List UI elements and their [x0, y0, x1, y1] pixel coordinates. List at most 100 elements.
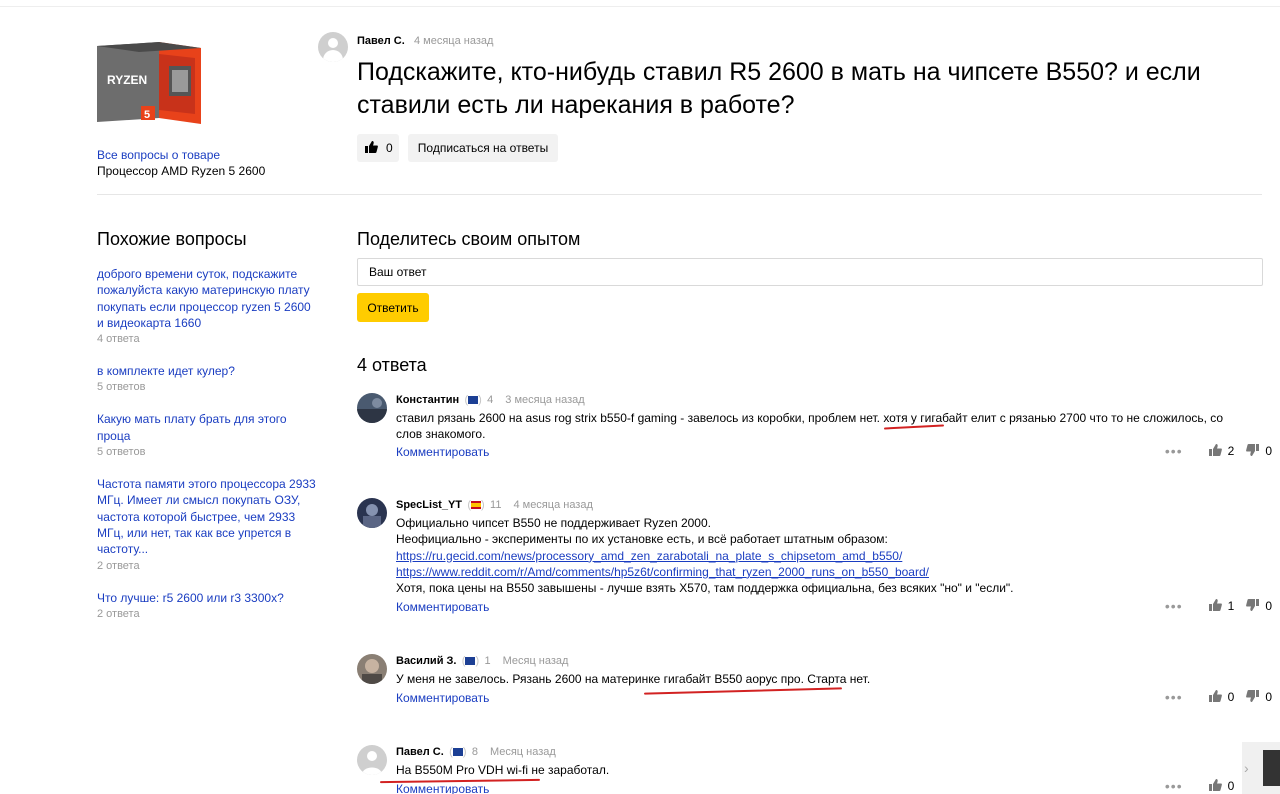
submit-answer-button[interactable]: Ответить [357, 293, 429, 322]
answer-time: 3 месяца назад [505, 394, 585, 406]
answer-author-name[interactable]: Константин [396, 394, 459, 406]
answer-item: Константин () 4 3 месяца назад ставил ря… [357, 393, 1272, 473]
answer-author-level: 11 [490, 499, 502, 511]
answer-time: 4 месяца назад [513, 499, 593, 511]
answer-item: Василий З. () 1 Месяц назад У меня не за… [357, 654, 1272, 714]
thumbs-down-icon [1246, 443, 1260, 459]
level-badge-icon: () [464, 393, 482, 406]
answer-author-avatar[interactable] [357, 393, 387, 423]
more-options-icon[interactable]: ••• [1165, 778, 1183, 794]
answer-item: SpecList_YT () 11 4 месяца назад Официал… [357, 498, 1272, 623]
question-like-count: 0 [386, 141, 393, 155]
side-product-thumbnail[interactable] [1263, 750, 1280, 786]
question-like-button[interactable]: 0 [357, 134, 399, 162]
answer-like-button[interactable]: 1 [1208, 598, 1235, 614]
answer-input[interactable] [357, 258, 1263, 286]
answer-text: На B550M Pro VDH wi-fi не заработал. [396, 763, 610, 777]
answer-like-count: 0 [1227, 779, 1235, 793]
similar-question-answer-count: 5 ответов [97, 381, 146, 394]
similar-question-answer-count: 4 ответа [97, 333, 140, 346]
level-badge-icon: () [467, 498, 485, 511]
answer-time: Месяц назад [489, 746, 556, 758]
answer-item: Павел С. () 8 Месяц назад На B550M Pro V… [357, 745, 1272, 794]
similar-question-link[interactable]: в комплекте идет кулер? [97, 363, 317, 379]
answer-author-name[interactable]: Павел С. [396, 746, 444, 758]
similar-question-answer-count: 2 ответа [97, 559, 140, 572]
similar-question-item: Что лучше: r5 2600 или r3 3300x? 2 ответ… [97, 590, 317, 622]
answer-like-button[interactable]: 0 [1208, 689, 1235, 705]
question-author-avatar[interactable] [318, 32, 348, 62]
similar-question-link[interactable]: Какую мать плату брать для этого проца [97, 411, 317, 444]
thumbs-down-icon [1246, 598, 1260, 614]
box-model-text: 5 [144, 109, 150, 121]
subscribe-answers-button[interactable]: Подписаться на ответы [408, 134, 558, 162]
thumbs-up-icon [1208, 778, 1222, 794]
similar-question-item: Частота памяти этого процессора 2933 МГц… [97, 476, 317, 573]
similar-question-link[interactable]: доброго времени суток, подскажите пожалу… [97, 266, 317, 331]
answer-author-level: 8 [471, 746, 478, 758]
similar-question-answer-count: 2 ответа [97, 607, 140, 620]
answer-author-level: 4 [487, 394, 494, 406]
answers-count-heading: 4 ответа [357, 355, 427, 375]
thumbs-up-icon [365, 140, 378, 156]
thumbs-down-icon [1246, 689, 1260, 705]
more-options-icon[interactable]: ••• [1165, 443, 1183, 459]
similar-question-item: Какую мать плату брать для этого проца 5… [97, 411, 317, 460]
answer-dislike-button[interactable]: 0 [1246, 443, 1272, 459]
thumbs-up-icon [1208, 443, 1222, 459]
answer-text-line: Официально чипсет B550 не поддерживает R… [396, 516, 711, 530]
answer-text: У меня не завелось. Рязань 2600 на матер… [396, 672, 871, 686]
similar-question-item: в комплекте идет кулер? 5 ответов [97, 363, 317, 395]
answer-dislike-count: 0 [1265, 599, 1272, 613]
answer-external-link[interactable]: https://www.reddit.com/r/Amd/comments/hp… [396, 565, 929, 579]
product-image[interactable]: RYZEN 5 [97, 40, 205, 132]
chevron-right-icon[interactable]: › [1244, 760, 1249, 776]
comment-link[interactable]: Комментировать [396, 600, 489, 614]
thumbs-up-icon [1208, 689, 1222, 705]
similar-questions-list: доброго времени суток, подскажите пожалу… [97, 266, 317, 638]
similar-questions-title: Похожие вопросы [97, 229, 247, 249]
top-divider [0, 6, 1280, 7]
thumbs-up-icon [1208, 598, 1222, 614]
similar-question-item: доброго времени суток, подскажите пожалу… [97, 266, 317, 347]
answer-author-name[interactable]: Василий З. [396, 655, 456, 667]
similar-question-answer-count: 5 ответов [97, 446, 146, 459]
answer-author-avatar[interactable] [357, 654, 387, 684]
answer-dislike-button[interactable]: 0 [1246, 689, 1272, 705]
answer-dislike-count: 0 [1265, 444, 1272, 458]
answer-time: Месяц назад [502, 655, 569, 667]
share-experience-title: Поделитесь своим опытом [357, 229, 581, 249]
answer-text: Официально чипсет B550 не поддерживает R… [396, 515, 1226, 596]
section-divider [97, 194, 1262, 195]
question-title: Подскажите, кто-нибудь ставил R5 2600 в … [357, 58, 1201, 119]
level-badge-icon: () [461, 654, 480, 667]
all-product-questions-link[interactable]: Все вопросы о товаре [97, 148, 220, 162]
more-options-icon[interactable]: ••• [1165, 689, 1183, 705]
answer-dislike-count: 0 [1265, 690, 1272, 704]
more-options-icon[interactable]: ••• [1165, 598, 1183, 614]
answer-like-button[interactable]: 0 [1208, 778, 1235, 794]
box-brand-text: RYZEN [107, 73, 147, 87]
answer-author-level: 1 [484, 655, 491, 667]
answer-external-link[interactable]: https://ru.gecid.com/news/processory_amd… [396, 549, 902, 563]
answer-text: ставил рязань 2600 на asus rog strix b55… [396, 411, 1224, 442]
answer-like-count: 2 [1227, 444, 1235, 458]
similar-question-link[interactable]: Что лучше: r5 2600 или r3 3300x? [97, 590, 317, 606]
question-author-name[interactable]: Павел С. [357, 35, 405, 47]
level-badge-icon: () [449, 745, 467, 758]
comment-link[interactable]: Комментировать [396, 782, 489, 794]
answer-like-count: 1 [1227, 599, 1235, 613]
answer-text-line: Хотя, пока цены на B550 завышены - лучше… [396, 581, 1014, 596]
product-name: Процессор AMD Ryzen 5 2600 [97, 164, 266, 178]
answer-dislike-button[interactable]: 0 [1246, 598, 1272, 614]
comment-link[interactable]: Комментировать [396, 445, 489, 459]
answer-like-count: 0 [1227, 690, 1235, 704]
answer-author-avatar[interactable] [357, 745, 387, 775]
comment-link[interactable]: Комментировать [396, 691, 489, 705]
similar-question-link[interactable]: Частота памяти этого процессора 2933 МГц… [97, 476, 317, 557]
answer-author-name[interactable]: SpecList_YT [396, 499, 462, 511]
question-time: 4 месяца назад [414, 35, 494, 47]
answer-author-avatar[interactable] [357, 498, 387, 528]
answer-like-button[interactable]: 2 [1208, 443, 1235, 459]
answer-text-line: Неофициально - эксперименты по их устано… [396, 532, 888, 547]
